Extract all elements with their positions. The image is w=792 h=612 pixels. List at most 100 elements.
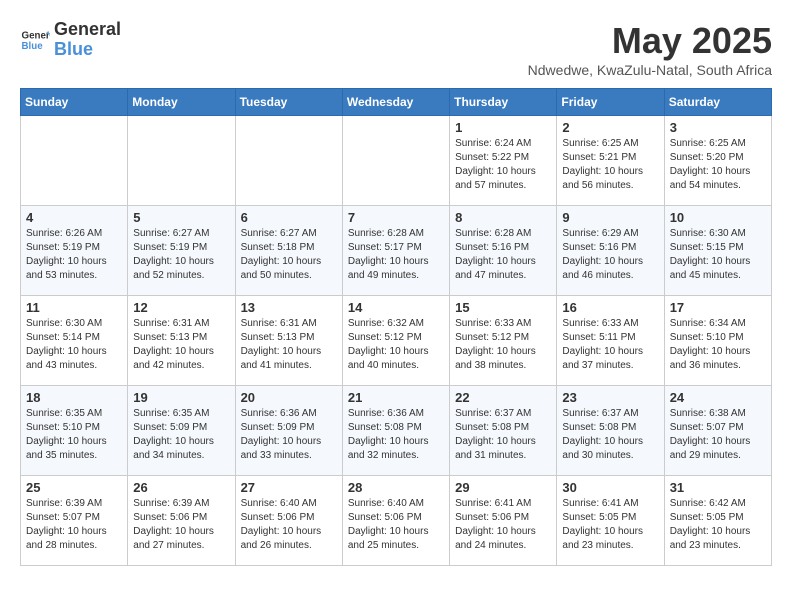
day-number: 20 [241,390,337,405]
day-number: 21 [348,390,444,405]
page-header: General Blue General Blue May 2025 Ndwed… [20,20,772,78]
day-info: Sunrise: 6:25 AMSunset: 5:20 PMDaylight:… [670,137,766,193]
svg-text:Blue: Blue [22,41,44,52]
day-info: Sunrise: 6:40 AMSunset: 5:06 PMDaylight:… [348,497,444,553]
calendar-cell: 21 Sunrise: 6:36 AMSunset: 5:08 PMDayligh… [342,386,449,476]
calendar-cell: 19 Sunrise: 6:35 AMSunset: 5:09 PMDayligh… [128,386,235,476]
day-number: 10 [670,210,766,225]
day-info: Sunrise: 6:40 AMSunset: 5:06 PMDaylight:… [241,497,337,553]
day-info: Sunrise: 6:42 AMSunset: 5:05 PMDaylight:… [670,497,766,553]
day-number: 9 [562,210,658,225]
day-info: Sunrise: 6:31 AMSunset: 5:13 PMDaylight:… [133,317,229,373]
location: Ndwedwe, KwaZulu-Natal, South Africa [528,62,772,78]
day-number: 12 [133,300,229,315]
day-info: Sunrise: 6:34 AMSunset: 5:10 PMDaylight:… [670,317,766,373]
calendar-cell: 31 Sunrise: 6:42 AMSunset: 5:05 PMDayligh… [664,476,771,566]
day-number: 6 [241,210,337,225]
calendar-cell: 24 Sunrise: 6:38 AMSunset: 5:07 PMDayligh… [664,386,771,476]
calendar-cell: 14 Sunrise: 6:32 AMSunset: 5:12 PMDayligh… [342,296,449,386]
day-info: Sunrise: 6:30 AMSunset: 5:15 PMDaylight:… [670,227,766,283]
day-info: Sunrise: 6:29 AMSunset: 5:16 PMDaylight:… [562,227,658,283]
calendar-cell: 22 Sunrise: 6:37 AMSunset: 5:08 PMDayligh… [450,386,557,476]
calendar-cell [235,116,342,206]
weekday-header: Monday [128,89,235,116]
day-info: Sunrise: 6:33 AMSunset: 5:11 PMDaylight:… [562,317,658,373]
day-info: Sunrise: 6:25 AMSunset: 5:21 PMDaylight:… [562,137,658,193]
calendar-cell: 7Sunrise: 6:28 AMSunset: 5:17 PMDaylight… [342,206,449,296]
day-number: 1 [455,120,551,135]
calendar-cell: 28 Sunrise: 6:40 AMSunset: 5:06 PMDayligh… [342,476,449,566]
calendar-cell: 4 Sunrise: 6:26 AMSunset: 5:19 PMDaylight… [21,206,128,296]
day-info: Sunrise: 6:39 AMSunset: 5:06 PMDaylight:… [133,497,229,553]
weekday-header: Thursday [450,89,557,116]
day-info: Sunrise: 6:32 AMSunset: 5:12 PMDaylight:… [348,317,444,373]
day-number: 19 [133,390,229,405]
day-info: Sunrise: 6:36 AMSunset: 5:09 PMDaylight:… [241,407,337,463]
weekday-header: Saturday [664,89,771,116]
calendar-week-row: 18 Sunrise: 6:35 AMSunset: 5:10 PMDayligh… [21,386,772,476]
day-number: 13 [241,300,337,315]
calendar-cell: 9 Sunrise: 6:29 AMSunset: 5:16 PMDaylight… [557,206,664,296]
day-number: 4 [26,210,122,225]
day-number: 8 [455,210,551,225]
day-number: 23 [562,390,658,405]
calendar-cell: 6Sunrise: 6:27 AMSunset: 5:18 PMDaylight… [235,206,342,296]
logo-icon: General Blue [20,25,50,55]
weekday-header: Friday [557,89,664,116]
calendar-cell: 18 Sunrise: 6:35 AMSunset: 5:10 PMDayligh… [21,386,128,476]
day-number: 16 [562,300,658,315]
day-info: Sunrise: 6:26 AMSunset: 5:19 PMDaylight:… [26,227,122,283]
calendar-cell: 23 Sunrise: 6:37 AMSunset: 5:08 PMDayligh… [557,386,664,476]
day-number: 11 [26,300,122,315]
day-info: Sunrise: 6:36 AMSunset: 5:08 PMDaylight:… [348,407,444,463]
day-info: Sunrise: 6:28 AMSunset: 5:17 PMDaylight:… [348,227,444,283]
day-info: Sunrise: 6:33 AMSunset: 5:12 PMDaylight:… [455,317,551,373]
calendar-cell: 27 Sunrise: 6:40 AMSunset: 5:06 PMDayligh… [235,476,342,566]
day-number: 17 [670,300,766,315]
calendar-week-row: 1 Sunrise: 6:24 AMSunset: 5:22 PMDaylight… [21,116,772,206]
calendar-cell: 26Sunrise: 6:39 AMSunset: 5:06 PMDayligh… [128,476,235,566]
day-number: 3 [670,120,766,135]
calendar-week-row: 11 Sunrise: 6:30 AMSunset: 5:14 PMDayligh… [21,296,772,386]
calendar-cell: 29 Sunrise: 6:41 AMSunset: 5:06 PMDayligh… [450,476,557,566]
day-number: 28 [348,480,444,495]
calendar-week-row: 4 Sunrise: 6:26 AMSunset: 5:19 PMDaylight… [21,206,772,296]
day-info: Sunrise: 6:35 AMSunset: 5:09 PMDaylight:… [133,407,229,463]
day-info: Sunrise: 6:37 AMSunset: 5:08 PMDaylight:… [455,407,551,463]
title-block: May 2025 Ndwedwe, KwaZulu-Natal, South A… [528,20,772,78]
day-number: 14 [348,300,444,315]
calendar-cell: 10 Sunrise: 6:30 AMSunset: 5:15 PMDayligh… [664,206,771,296]
calendar-cell [128,116,235,206]
calendar-cell [21,116,128,206]
day-info: Sunrise: 6:24 AMSunset: 5:22 PMDaylight:… [455,137,551,193]
month-title: May 2025 [528,20,772,62]
calendar-cell: 17 Sunrise: 6:34 AMSunset: 5:10 PMDayligh… [664,296,771,386]
svg-text:General: General [22,30,51,41]
logo-text: General Blue [54,20,121,60]
day-info: Sunrise: 6:37 AMSunset: 5:08 PMDaylight:… [562,407,658,463]
day-number: 27 [241,480,337,495]
day-number: 29 [455,480,551,495]
calendar-cell: 3 Sunrise: 6:25 AMSunset: 5:20 PMDaylight… [664,116,771,206]
day-number: 30 [562,480,658,495]
calendar-cell: 15Sunrise: 6:33 AMSunset: 5:12 PMDayligh… [450,296,557,386]
day-info: Sunrise: 6:30 AMSunset: 5:14 PMDaylight:… [26,317,122,373]
day-info: Sunrise: 6:35 AMSunset: 5:10 PMDaylight:… [26,407,122,463]
day-number: 18 [26,390,122,405]
day-info: Sunrise: 6:27 AMSunset: 5:19 PMDaylight:… [133,227,229,283]
day-info: Sunrise: 6:41 AMSunset: 5:05 PMDaylight:… [562,497,658,553]
day-info: Sunrise: 6:41 AMSunset: 5:06 PMDaylight:… [455,497,551,553]
day-number: 24 [670,390,766,405]
day-number: 5 [133,210,229,225]
calendar-week-row: 25Sunrise: 6:39 AMSunset: 5:07 PMDayligh… [21,476,772,566]
logo: General Blue General Blue [20,20,121,60]
calendar-cell: 30 Sunrise: 6:41 AMSunset: 5:05 PMDayligh… [557,476,664,566]
day-number: 22 [455,390,551,405]
calendar-cell: 1 Sunrise: 6:24 AMSunset: 5:22 PMDaylight… [450,116,557,206]
weekday-header: Sunday [21,89,128,116]
calendar-cell: 16 Sunrise: 6:33 AMSunset: 5:11 PMDayligh… [557,296,664,386]
weekday-header: Wednesday [342,89,449,116]
calendar-cell [342,116,449,206]
day-info: Sunrise: 6:38 AMSunset: 5:07 PMDaylight:… [670,407,766,463]
day-number: 31 [670,480,766,495]
